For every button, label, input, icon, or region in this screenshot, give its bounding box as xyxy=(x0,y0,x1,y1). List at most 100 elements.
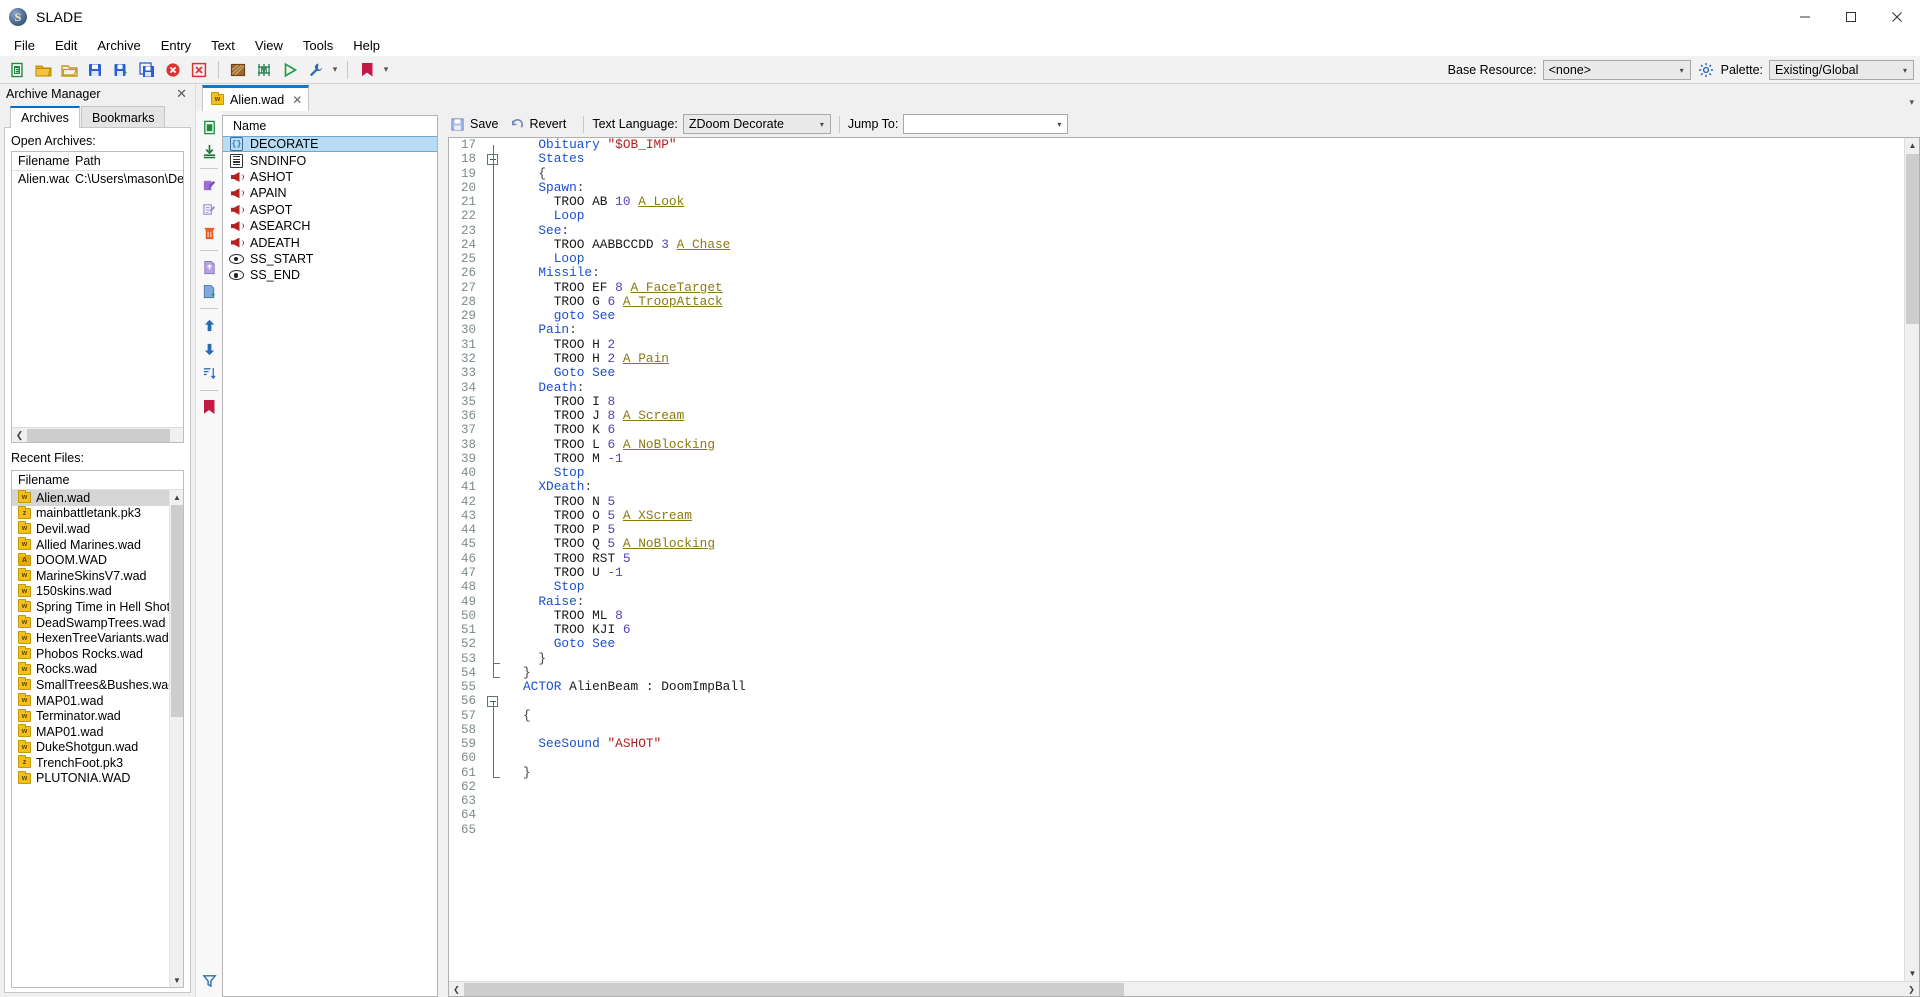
code-line[interactable]: Loop xyxy=(523,209,1904,223)
code-vscrollbar[interactable]: ▲ ▼ xyxy=(1904,138,1919,981)
save-all-icon[interactable] xyxy=(134,58,160,82)
list-item[interactable]: w 150skins.wad xyxy=(12,583,183,600)
code-line[interactable]: TROO G 6 A_TroopAttack xyxy=(523,294,1904,309)
list-item[interactable]: A DOOM.WAD xyxy=(12,552,183,568)
code-viewport[interactable]: 17 18 19 20 21 22 23 24 25 26 27 28 29 30 31 32 33 34 35 36… xyxy=(449,138,1904,981)
code-line[interactable]: TROO N 5 xyxy=(523,494,1904,509)
save-icon[interactable] xyxy=(82,58,108,82)
list-item[interactable]: w Allied Marines.wad xyxy=(12,537,183,553)
code-line[interactable]: Stop xyxy=(523,580,1904,594)
menu-item-view[interactable]: View xyxy=(245,36,293,55)
entry-list-item[interactable]: APAIN xyxy=(223,185,437,201)
menu-item-text[interactable]: Text xyxy=(201,36,245,55)
fold-margin[interactable] xyxy=(483,138,505,981)
tab-alien-wad[interactable]: w Alien.wad ✕ xyxy=(202,85,310,111)
bookmarks-icon[interactable] xyxy=(354,58,380,82)
list-item[interactable]: w Devil.wad xyxy=(12,521,183,537)
list-item[interactable]: z TrenchFoot.pk3 xyxy=(12,755,183,771)
list-item[interactable]: w MAP01.wad xyxy=(12,693,183,709)
texture-editor-icon[interactable] xyxy=(225,58,251,82)
menu-item-help[interactable]: Help xyxy=(343,36,390,55)
tab-archives[interactable]: Archives xyxy=(10,106,80,128)
list-item[interactable]: w Alien.wad xyxy=(12,490,183,506)
code-line[interactable]: goto See xyxy=(523,309,1904,323)
code-line[interactable] xyxy=(523,794,1904,808)
table-row[interactable]: Alien.wad C:\Users\mason\Desktop xyxy=(12,171,183,187)
code-line[interactable]: Stop xyxy=(523,465,1904,480)
entry-list-item[interactable]: ASHOT xyxy=(223,169,437,185)
rename-entry-icon[interactable] xyxy=(198,174,220,196)
close-all-icon[interactable] xyxy=(186,58,212,82)
list-item[interactable]: w DeadSwampTrees.wad xyxy=(12,615,183,631)
entry-list-item[interactable]: SS_START xyxy=(223,251,437,267)
entry-list-item[interactable]: ASPOT xyxy=(223,202,437,218)
code-line[interactable]: TROO ML 8 xyxy=(523,608,1904,623)
list-item[interactable]: w Rocks.wad xyxy=(12,661,183,678)
list-item[interactable]: w MarineSkinsV7.wad xyxy=(12,568,183,584)
code-line[interactable] xyxy=(523,723,1904,737)
code-line[interactable]: } xyxy=(523,665,1904,680)
save-button[interactable]: Save xyxy=(448,117,508,132)
move-down-icon[interactable] xyxy=(198,338,220,360)
recent-files-vscrollbar[interactable]: ▲ ▼ xyxy=(169,490,183,987)
bookmark-icon[interactable] xyxy=(198,396,220,418)
recent-files-list[interactable]: Filename w Alien.wad z mainbattletank.pk3 w D… xyxy=(11,470,184,988)
palette-combo[interactable]: Existing/Global ▾ xyxy=(1769,60,1914,80)
bookmarks-dropdown-icon[interactable]: ▾ xyxy=(380,58,392,82)
map-editor-icon[interactable]: M xyxy=(251,58,277,82)
revert-button[interactable]: Revert xyxy=(508,117,576,132)
chevron-left-icon[interactable]: ❮ xyxy=(12,428,27,443)
code-line[interactable]: TROO P 5 xyxy=(523,523,1904,537)
list-item[interactable]: w SmallTrees&Bushes.wad xyxy=(12,677,183,693)
code-line[interactable]: Death: xyxy=(523,380,1904,395)
maximize-icon[interactable] xyxy=(1828,0,1874,34)
jump-to-combo[interactable]: ▾ xyxy=(903,114,1069,134)
export-entry-icon[interactable] xyxy=(198,256,220,278)
move-up-icon[interactable] xyxy=(198,314,220,336)
entry-list-item[interactable]: {} DECORATE xyxy=(223,136,437,153)
code-line[interactable]: Raise: xyxy=(523,594,1904,609)
close-icon[interactable]: ✕ xyxy=(292,93,302,107)
code-line[interactable]: Goto See xyxy=(523,637,1904,651)
code-line[interactable]: TROO KJI 6 xyxy=(523,622,1904,637)
scroll-thumb[interactable] xyxy=(1906,154,1919,324)
save-as-icon[interactable] xyxy=(108,58,134,82)
new-entry-icon[interactable] xyxy=(198,116,220,138)
entry-list-item[interactable]: ASEARCH xyxy=(223,218,437,234)
menu-item-edit[interactable]: Edit xyxy=(45,36,87,55)
code-line[interactable] xyxy=(523,751,1904,765)
scroll-thumb[interactable] xyxy=(171,505,183,717)
code-line[interactable] xyxy=(523,808,1904,822)
code-line[interactable] xyxy=(523,694,1904,708)
maintenance-dropdown-icon[interactable]: ▾ xyxy=(329,58,341,82)
open-folder-icon[interactable] xyxy=(56,58,82,82)
open-archives-hscrollbar[interactable]: ❮ xyxy=(12,427,183,442)
code-editor[interactable]: 17 18 19 20 21 22 23 24 25 26 27 28 29 30 31 32 33 34 35 36… xyxy=(448,137,1920,997)
close-archive-icon[interactable] xyxy=(160,58,186,82)
base-resource-combo[interactable]: <none> ▾ xyxy=(1542,60,1691,80)
code-line[interactable]: TROO M -1 xyxy=(523,451,1904,466)
menu-item-entry[interactable]: Entry xyxy=(151,36,201,55)
code-line[interactable]: { xyxy=(523,708,1904,723)
close-icon[interactable] xyxy=(1874,0,1920,34)
scroll-thumb[interactable] xyxy=(27,428,170,442)
code-line[interactable]: SeeSound "ASHOT" xyxy=(523,737,1904,751)
code-line[interactable]: TROO EF 8 A_FaceTarget xyxy=(523,280,1904,295)
code-line[interactable]: TROO AABBCCDD 3 A_Chase xyxy=(523,237,1904,252)
close-icon[interactable]: ✕ xyxy=(176,86,191,102)
open-archives-list[interactable]: Filename Path Alien.wad C:\Users\mason\D… xyxy=(11,151,184,443)
code-line[interactable]: TROO H 2 A_Pain xyxy=(523,351,1904,366)
list-item[interactable]: w DukeShotgun.wad xyxy=(12,739,183,756)
code-line[interactable]: Obituary "$OB_IMP" xyxy=(523,138,1904,152)
chevron-left-icon[interactable]: ❮ xyxy=(449,982,464,997)
list-item[interactable]: w Terminator.wad xyxy=(12,708,183,724)
chevron-up-icon[interactable]: ▲ xyxy=(1905,138,1920,153)
code-line[interactable]: See: xyxy=(523,223,1904,238)
code-line[interactable]: TROO K 6 xyxy=(523,423,1904,437)
import-entry-icon[interactable] xyxy=(198,140,220,162)
code-line[interactable]: TROO L 6 A_NoBlocking xyxy=(523,437,1904,452)
menu-item-file[interactable]: File xyxy=(4,36,45,55)
menu-item-tools[interactable]: Tools xyxy=(293,36,343,55)
list-item[interactable]: w MAP01.wad xyxy=(12,724,183,740)
code-line[interactable]: TROO O 5 A_XScream xyxy=(523,508,1904,523)
